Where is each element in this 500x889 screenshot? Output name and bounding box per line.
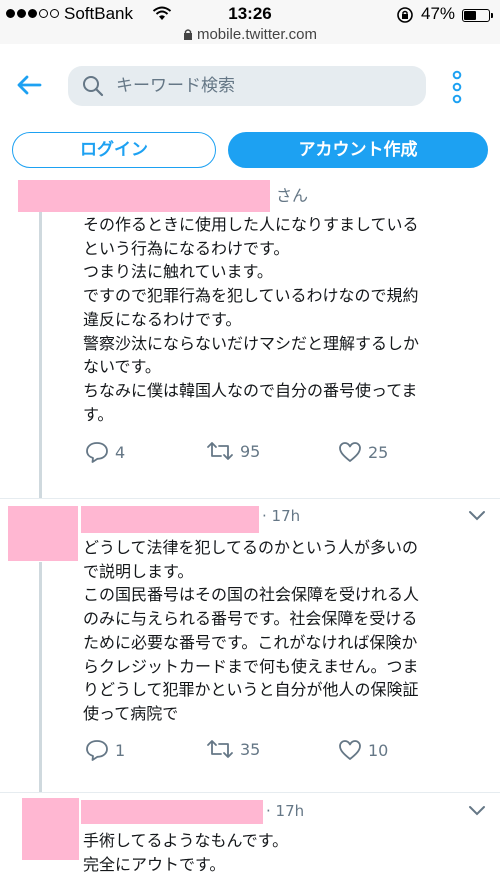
status-bar: SoftBank 13:26 47% mobile.twitter.com: [0, 0, 500, 44]
more-options-icon[interactable]: [452, 70, 462, 104]
tweet-text: 手術してるようなもんです。 完全にアウトです。: [83, 831, 289, 874]
chevron-down-icon[interactable]: [468, 510, 486, 522]
redacted-username: [18, 180, 270, 212]
address-bar[interactable]: mobile.twitter.com: [0, 26, 500, 43]
battery-icon: [462, 9, 493, 22]
redacted-username: [81, 800, 263, 824]
avatar: [8, 506, 78, 561]
divider: [0, 498, 500, 499]
reply-count: 4: [115, 442, 126, 462]
heart-icon: [339, 442, 361, 462]
signup-button[interactable]: アカウント作成: [228, 132, 488, 168]
search-icon: [83, 76, 104, 97]
tweet-timestamp: · 17h: [262, 507, 301, 525]
chevron-down-icon[interactable]: [468, 805, 486, 817]
tweet-text: その作るときに使用した人になりすましている という行為になるわけです。 つまり法…: [83, 215, 420, 424]
like-button[interactable]: 10: [338, 739, 388, 761]
reply-icon: [86, 442, 108, 463]
like-count: 10: [368, 740, 389, 760]
redacted-username: [81, 506, 259, 533]
retweet-button[interactable]: 35: [206, 739, 260, 759]
retweet-icon: [207, 442, 233, 460]
retweet-count: 35: [240, 739, 261, 759]
top-navigation: [0, 56, 500, 124]
search-box[interactable]: [68, 66, 426, 106]
like-count: 25: [368, 442, 389, 462]
reply-button[interactable]: 4: [85, 441, 125, 463]
thread-line: [39, 562, 42, 792]
heart-icon: [339, 740, 361, 760]
tweet-text: どうして法律を犯してるのかという人が多いの で説明します。 この国民番号はその国…: [83, 538, 420, 723]
lock-icon: [183, 29, 192, 40]
rotation-lock-icon: [397, 7, 413, 23]
thread-line: [39, 180, 42, 498]
back-arrow-icon[interactable]: [14, 70, 44, 100]
reply-count: 1: [115, 740, 126, 760]
tweet-timestamp: · 17h: [266, 802, 305, 820]
reply-icon: [86, 740, 108, 761]
battery-percentage: 47%: [421, 4, 456, 23]
retweet-button[interactable]: 95: [206, 441, 260, 461]
avatar: [22, 798, 79, 860]
tweet-author-suffix: さん: [276, 186, 309, 205]
auth-bar: ログイン アカウント作成: [0, 124, 500, 180]
login-button[interactable]: ログイン: [12, 132, 216, 168]
reply-button[interactable]: 1: [85, 739, 125, 761]
retweet-icon: [207, 740, 233, 758]
url-text: mobile.twitter.com: [196, 26, 318, 43]
retweet-count: 95: [240, 441, 261, 461]
divider: [0, 792, 500, 793]
like-button[interactable]: 25: [338, 441, 388, 463]
search-input[interactable]: [116, 74, 406, 98]
